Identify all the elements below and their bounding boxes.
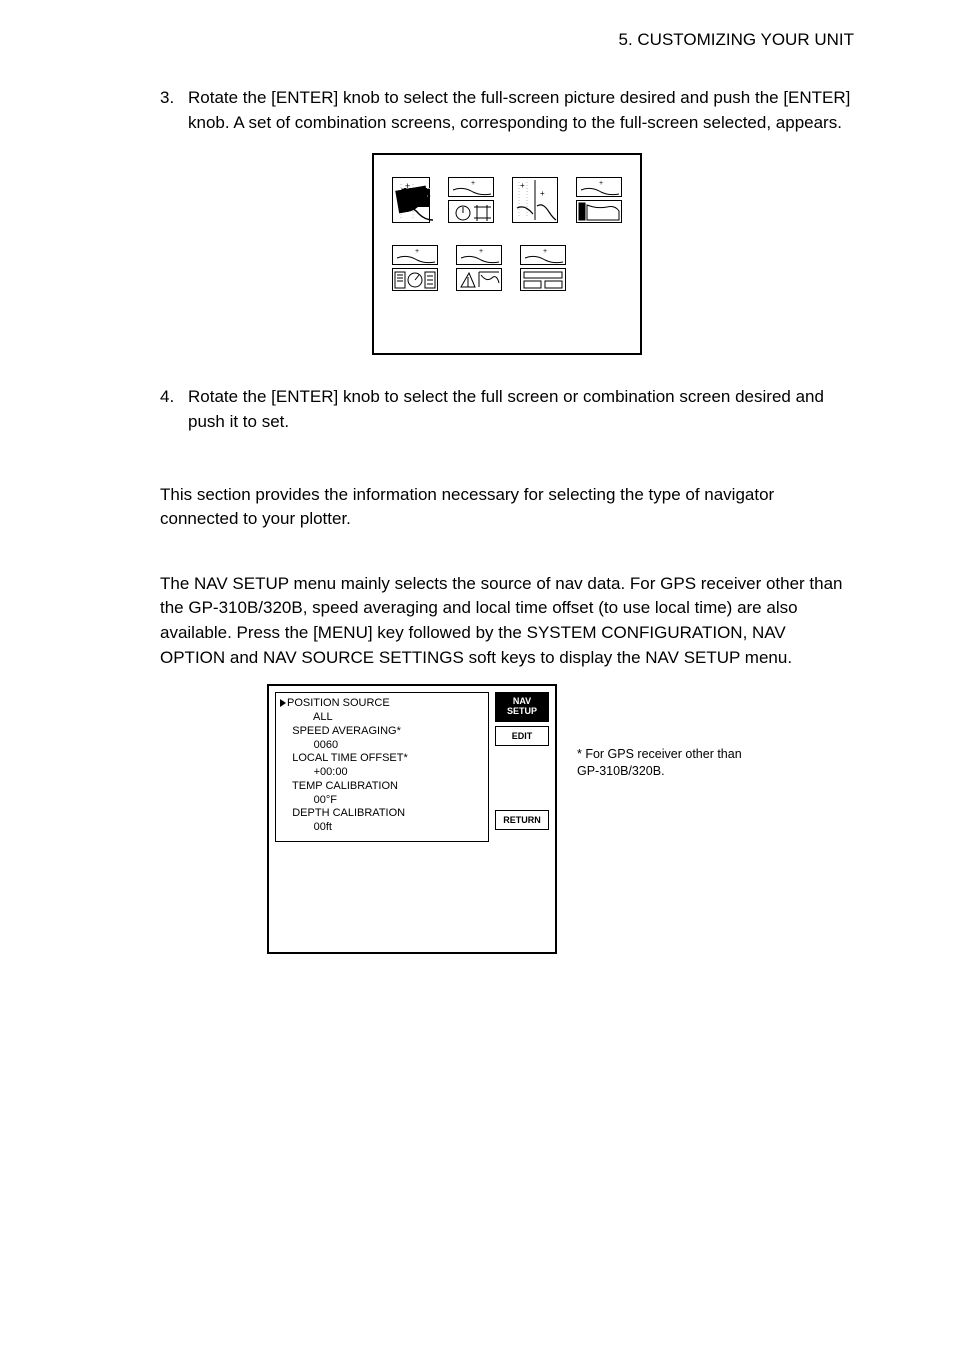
footnote: * For GPS receiver other than GP-310B/32… bbox=[577, 746, 747, 780]
step-4: 4. Rotate the [ENTER] knob to select the… bbox=[160, 385, 854, 434]
list-item[interactable]: POSITION SOURCE bbox=[280, 697, 484, 711]
mini-bottom-icon bbox=[576, 200, 622, 223]
step-text: Rotate the [ENTER] knob to select the fu… bbox=[188, 86, 854, 135]
item-value: ALL bbox=[280, 711, 484, 725]
svg-text:+: + bbox=[599, 180, 603, 187]
step-3: 3. Rotate the [ENTER] knob to select the… bbox=[160, 86, 854, 135]
screen-option-3[interactable]: + + bbox=[512, 177, 558, 223]
screen-option-2[interactable]: + bbox=[448, 177, 494, 223]
item-value: +00:00 bbox=[280, 766, 484, 780]
plotter-icon: + bbox=[393, 178, 437, 222]
svg-text:+: + bbox=[415, 248, 419, 255]
split-plotter-icon: + + bbox=[513, 178, 557, 222]
mini-bottom-icon bbox=[448, 200, 494, 223]
list-item[interactable]: DEPTH CALIBRATION bbox=[280, 807, 484, 821]
svg-text:+: + bbox=[405, 181, 410, 191]
step-number: 3. bbox=[160, 86, 188, 135]
svg-text:+: + bbox=[540, 189, 545, 198]
mini-bottom-icon bbox=[520, 268, 566, 291]
screen-option-5[interactable]: + bbox=[392, 245, 438, 291]
svg-text:+: + bbox=[520, 181, 525, 190]
item-value: 0060 bbox=[280, 739, 484, 753]
paragraph-nav-setup: The NAV SETUP menu mainly selects the so… bbox=[160, 572, 854, 671]
thumbnail-row: + + bbox=[392, 245, 622, 291]
svg-text:+: + bbox=[479, 248, 483, 255]
paragraph-navigator-intro: This section provides the information ne… bbox=[160, 483, 854, 532]
mini-top-icon: + bbox=[448, 177, 494, 197]
combination-screen-panel: + + + + + bbox=[372, 153, 642, 355]
screen-option-4[interactable]: + bbox=[576, 177, 622, 223]
mini-bottom-icon bbox=[392, 268, 438, 291]
step-text: Rotate the [ENTER] knob to select the fu… bbox=[188, 385, 854, 434]
item-value: 00°F bbox=[280, 794, 484, 808]
mini-top-icon: + bbox=[576, 177, 622, 197]
selection-pointer-icon bbox=[280, 699, 286, 707]
page-header: 5. CUSTOMIZING YOUR UNIT bbox=[618, 30, 854, 50]
mini-top-icon: + bbox=[392, 245, 438, 265]
mini-top-icon: + bbox=[520, 245, 566, 265]
mini-bottom-icon bbox=[456, 268, 502, 291]
edit-button[interactable]: EDIT bbox=[495, 726, 549, 746]
nav-setup-list: POSITION SOURCE ALL SPEED AVERAGING* 006… bbox=[275, 692, 489, 842]
screen-option-6[interactable]: + bbox=[456, 245, 502, 291]
item-label: POSITION SOURCE bbox=[287, 697, 390, 709]
list-item[interactable]: LOCAL TIME OFFSET* bbox=[280, 752, 484, 766]
list-item[interactable]: SPEED AVERAGING* bbox=[280, 725, 484, 739]
return-button[interactable]: RETURN bbox=[495, 810, 549, 830]
svg-text:+: + bbox=[471, 180, 475, 187]
mini-top-icon: + bbox=[456, 245, 502, 265]
screen-option-1[interactable]: + bbox=[392, 177, 430, 223]
step-number: 4. bbox=[160, 385, 188, 434]
nav-setup-title-button: NAV SETUP bbox=[495, 692, 549, 722]
item-value: 00ft bbox=[280, 821, 484, 835]
nav-setup-menu: POSITION SOURCE ALL SPEED AVERAGING* 006… bbox=[267, 684, 557, 954]
svg-text:+: + bbox=[543, 248, 547, 255]
list-item[interactable]: TEMP CALIBRATION bbox=[280, 780, 484, 794]
screen-option-7[interactable]: + bbox=[520, 245, 566, 291]
thumbnail-row: + + + + + bbox=[392, 177, 622, 223]
